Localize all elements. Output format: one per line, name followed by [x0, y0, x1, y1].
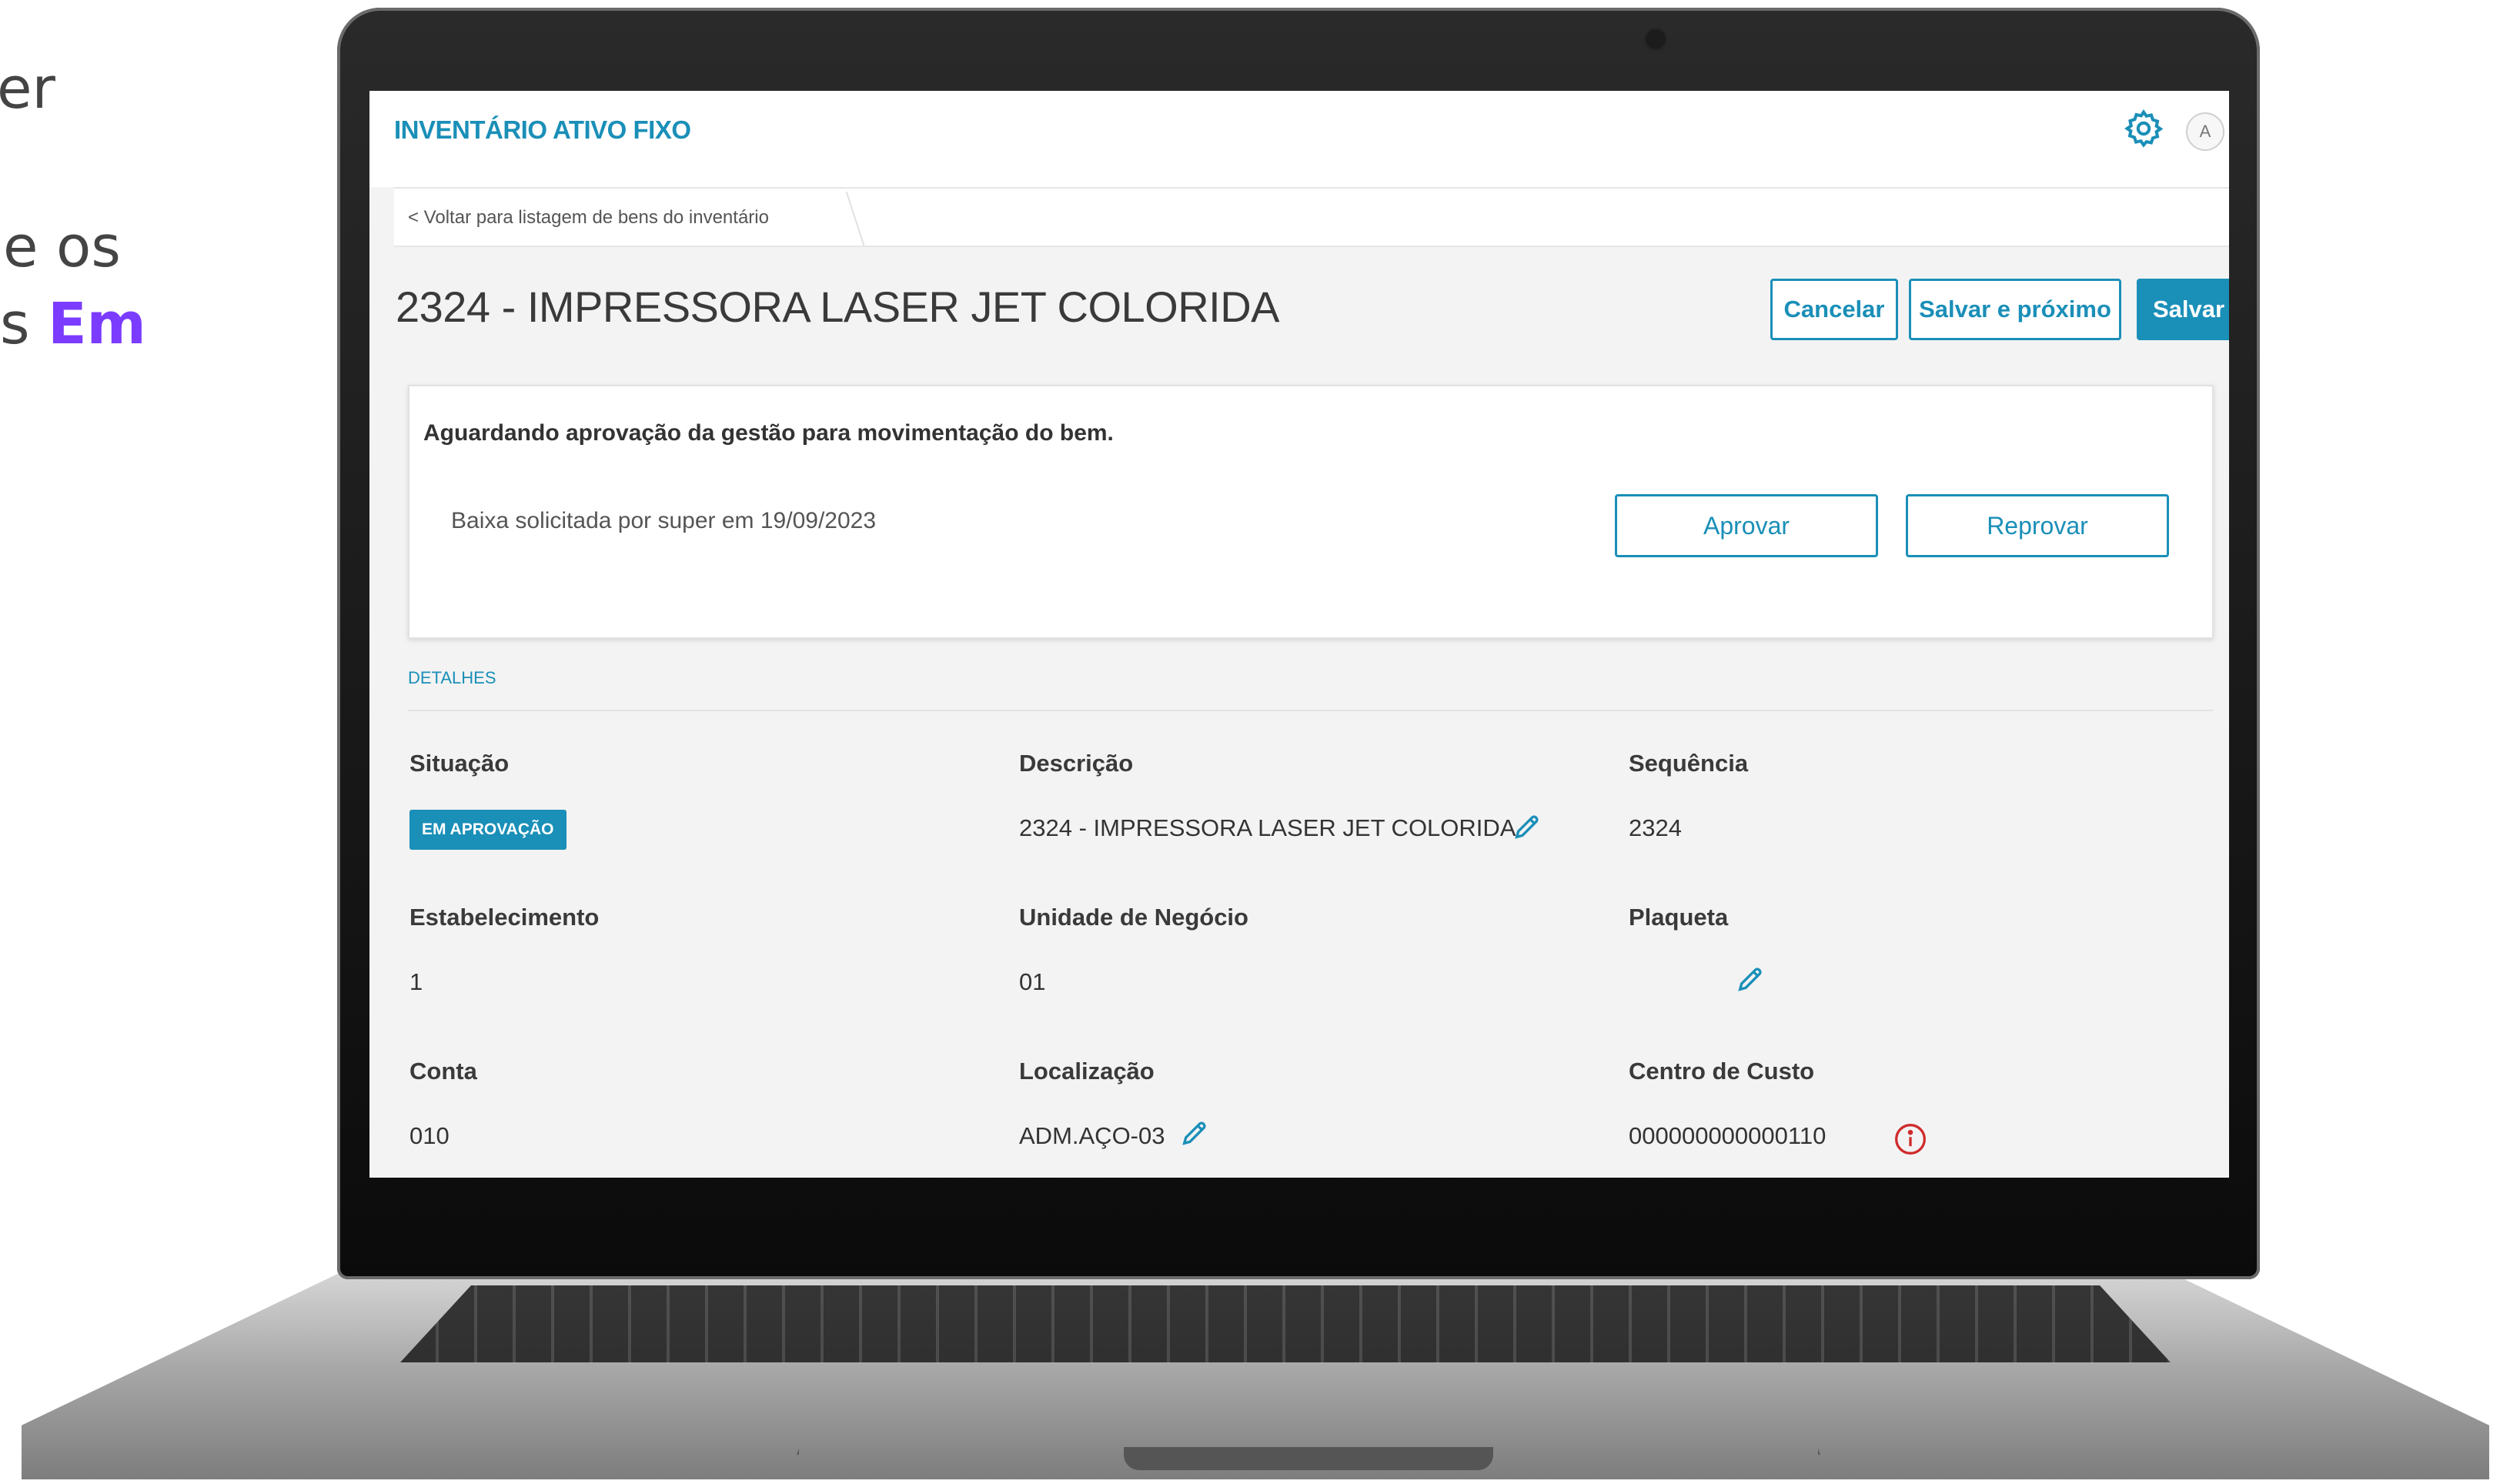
- centro-custo-value: 000000000000110: [1629, 1122, 1827, 1149]
- details-section-title: DETALHES: [408, 668, 496, 687]
- edit-descricao-pencil-icon[interactable]: [1512, 811, 1542, 842]
- unidade-negocio-value: 01: [1019, 968, 1046, 995]
- conta-label: Conta: [409, 1058, 477, 1085]
- situacao-label: Situação: [409, 750, 510, 777]
- save-button[interactable]: Salvar: [2137, 279, 2229, 340]
- laptop-hinge-notch: [1124, 1447, 1493, 1470]
- sequencia-label: Sequência: [1629, 750, 1749, 777]
- camera-icon: [1646, 29, 1666, 49]
- edit-localizacao-pencil-icon[interactable]: [1179, 1118, 1210, 1148]
- app-header: INVENTÁRIO ATIVO FIXO A: [369, 91, 2229, 187]
- centro-custo-label: Centro de Custo: [1629, 1058, 1815, 1085]
- slide-text-highlight: Em: [48, 291, 146, 357]
- cancel-button[interactable]: Cancelar: [1770, 279, 1898, 340]
- estabelecimento-label: Estabelecimento: [409, 904, 600, 931]
- page-title: 2324 - IMPRESSORA LASER JET COLORIDA: [396, 282, 1280, 331]
- approval-request-note: Baixa solicitada por super em 19/09/2023: [451, 508, 877, 533]
- back-to-list-link[interactable]: < Voltar para listagem de bens do invent…: [408, 207, 769, 229]
- plaqueta-label: Plaqueta: [1629, 904, 1729, 931]
- laptop-keyboard: [400, 1285, 2171, 1362]
- slide-text-prefix: s: [0, 291, 48, 357]
- app-title: INVENTÁRIO ATIVO FIXO: [394, 115, 691, 144]
- approval-card: Aguardando aprovação da gestão para movi…: [408, 385, 2214, 639]
- status-badge: EM APROVAÇÃO: [409, 810, 567, 850]
- estabelecimento-value: 1: [409, 968, 423, 995]
- unidade-negocio-label: Unidade de Negócio: [1019, 904, 1248, 931]
- gear-icon[interactable]: [2123, 108, 2164, 149]
- localizacao-value: ADM.AÇO-03: [1019, 1122, 1165, 1149]
- slide-text-line-1: er: [0, 55, 55, 122]
- laptop-trackpad: [797, 1370, 1820, 1455]
- breadcrumb: < Voltar para listagem de bens do invent…: [394, 187, 2229, 247]
- conta-value: 010: [409, 1122, 450, 1149]
- save-next-button[interactable]: Salvar e próximo: [1909, 279, 2121, 340]
- descricao-value: 2324 - IMPRESSORA LASER JET COLORIDA: [1019, 814, 1516, 841]
- edit-plaqueta-pencil-icon[interactable]: [1735, 964, 1766, 994]
- slide-text-line-3: s Em: [0, 291, 146, 357]
- section-divider: [408, 710, 2214, 711]
- descricao-label: Descrição: [1019, 750, 1134, 777]
- localizacao-label: Localização: [1019, 1058, 1155, 1085]
- breadcrumb-separator: [830, 192, 865, 246]
- app-screen: INVENTÁRIO ATIVO FIXO A < Voltar para li…: [369, 91, 2229, 1178]
- user-avatar[interactable]: A: [2186, 112, 2224, 151]
- slide-text-line-2: e os: [3, 214, 121, 280]
- approve-button[interactable]: Aprovar: [1615, 494, 1878, 557]
- reject-button[interactable]: Reprovar: [1906, 494, 2169, 557]
- approval-message: Aguardando aprovação da gestão para movi…: [423, 420, 1114, 446]
- info-icon[interactable]: [1893, 1122, 1927, 1156]
- sequencia-value: 2324: [1629, 814, 1682, 841]
